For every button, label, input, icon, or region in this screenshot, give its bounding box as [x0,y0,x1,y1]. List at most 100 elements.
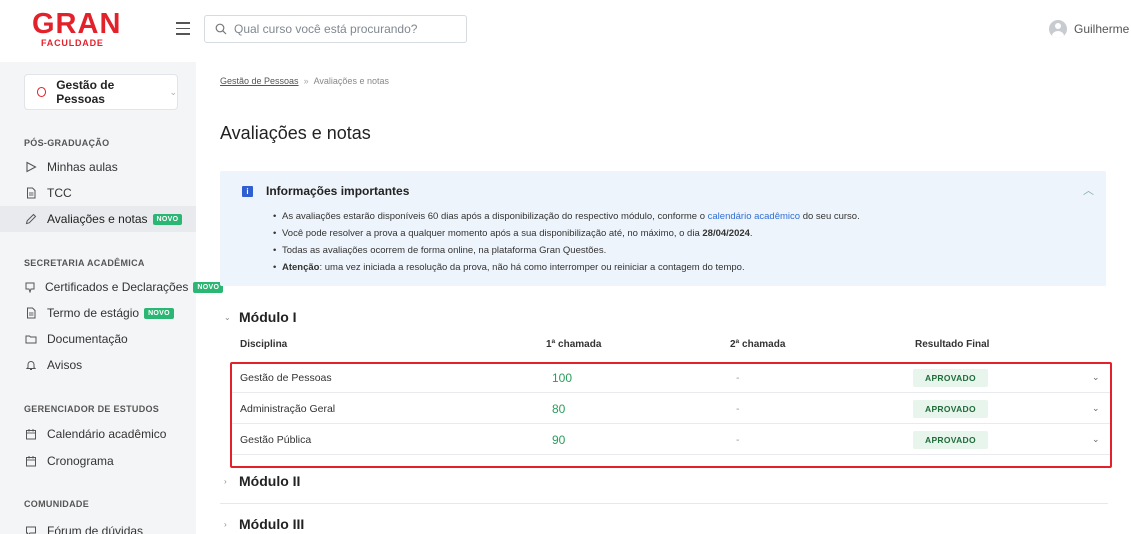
chevron-down-icon[interactable]: ⌄ [1092,393,1100,424]
info-list: As avaliações estarão disponíveis 60 dia… [273,208,860,276]
sidebar-item-termo-estagio[interactable]: Termo de estágio NOVO [0,300,196,326]
sidebar-item-label: Fórum de dúvidas [47,524,144,534]
document-icon [24,306,38,320]
sidebar-item-avaliacoes[interactable]: Avaliações e notas NOVO [0,206,196,232]
folder-icon [24,332,38,346]
search-box[interactable] [204,15,467,43]
sidebar-item-label: Avisos [47,358,83,372]
course-icon [37,87,47,97]
sidebar-item-avisos[interactable]: Avisos [0,352,196,378]
section-comunidade: COMUNIDADE [24,499,89,509]
new-badge: NOVO [193,281,224,293]
sidebar-item-label: Avaliações e notas [47,212,148,226]
module-3-header[interactable]: › Módulo III [224,516,304,532]
breadcrumb: Gestão de Pessoas » Avaliações e notas [220,76,389,86]
info-item: As avaliações estarão disponíveis 60 dia… [273,208,860,225]
chevron-down-icon[interactable]: ⌄ [1092,362,1100,393]
discipline-cell: Administração Geral [240,402,336,415]
breadcrumb-current: Avaliações e notas [313,76,389,86]
info-panel: i Informações importantes ︿ As avaliaçõe… [220,171,1106,286]
sidebar-item-calendario[interactable]: Calendário acadêmico [0,421,196,447]
table-row[interactable]: Gestão Pública 90 - APROVADO ⌄ [232,424,1112,455]
user-menu[interactable]: Guilherme ⌄ [1049,20,1131,38]
page-title: Avaliações e notas [220,123,371,143]
module-2-header[interactable]: › Módulo II [224,473,300,489]
discipline-cell: Gestão de Pessoas [240,371,332,384]
result-badge: APROVADO [913,368,988,387]
column-header-discipline: Disciplina [240,339,288,350]
sidebar-item-cronograma[interactable]: Cronograma [0,448,196,474]
gran-logo[interactable]: GRAN FACULDADE [32,10,124,50]
calendar-icon [24,427,38,441]
sidebar: Gestão de Pessoas ⌄ PÓS-GRADUAÇÃO Minhas… [0,62,224,534]
section-secretaria: SECRETARIA ACADÊMICA [24,258,145,268]
discipline-cell: Gestão Pública [240,433,312,446]
chevron-down-icon[interactable]: ⌄ [1092,424,1100,455]
calendar-icon [24,454,38,468]
new-badge: NOVO [144,307,174,319]
new-badge: NOVO [152,213,183,225]
sidebar-item-label: Documentação [47,332,128,346]
course-selector[interactable]: Gestão de Pessoas ⌄ [24,74,178,110]
sidebar-item-label: Calendário acadêmico [47,427,167,441]
info-item: Atenção: uma vez iniciada a resolução da… [273,259,860,276]
table-row[interactable]: Gestão de Pessoas 100 - APROVADO ⌄ [232,362,1112,393]
pencil-icon [24,212,38,226]
first-call-grade: 80 [552,401,566,416]
sidebar-item-documentacao[interactable]: Documentação [0,326,196,352]
user-name: Guilherme [1074,22,1130,36]
chat-icon [24,524,38,534]
search-input[interactable] [234,22,454,36]
search-icon [215,23,227,35]
sidebar-item-label: Cronograma [47,454,114,468]
first-call-grade: 90 [552,432,566,447]
sidebar-item-forum[interactable]: Fórum de dúvidas [0,518,196,534]
info-icon: i [242,185,253,197]
table-row[interactable]: Administração Geral 80 - APROVADO ⌄ [232,393,1112,424]
chevron-right-icon: › [224,476,227,486]
course-label: Gestão de Pessoas [56,78,115,106]
module-title: Módulo I [239,309,297,325]
column-header-final-result: Resultado Final [915,339,990,350]
info-item: Todas as avaliações ocorrem de forma onl… [273,242,860,259]
certificate-icon [24,280,36,294]
top-bar: GRAN FACULDADE Guilherme ⌄ [0,0,1131,62]
module-divider [220,503,1108,504]
first-call-grade: 100 [552,370,573,385]
breadcrumb-parent-link[interactable]: Gestão de Pessoas [220,76,299,86]
document-icon [24,186,38,200]
calendar-link[interactable]: calendário acadêmico [708,211,800,222]
second-call-grade: - [736,433,740,446]
info-title: Informações importantes [266,184,410,198]
section-pos-graduacao: PÓS-GRADUAÇÃO [24,138,110,148]
play-icon [24,160,38,174]
chevron-down-icon: ⌄ [169,86,177,97]
logo-wordmark: GRAN [32,8,122,40]
result-badge: APROVADO [913,430,988,449]
sidebar-item-label: Termo de estágio [47,306,140,320]
module-title: Módulo II [239,473,301,489]
chevron-up-icon[interactable]: ︿ [1083,182,1094,198]
breadcrumb-separator: » [303,76,309,86]
column-header-second-call: 2ª chamada [730,339,786,350]
sidebar-item-label: Minhas aulas [47,160,118,174]
module-title: Módulo III [239,516,305,532]
avatar [1049,20,1067,38]
section-gerenciador: GERENCIADOR DE ESTUDOS [24,404,160,414]
chevron-down-icon: ⌄ [224,312,231,322]
info-header[interactable]: i Informações importantes [242,184,409,198]
sidebar-item-minhas-aulas[interactable]: Minhas aulas [0,154,196,180]
module-1-header[interactable]: ⌄ Módulo I [224,309,297,325]
sidebar-item-label: Certificados e Declarações [45,280,189,294]
chevron-right-icon: › [224,519,227,529]
second-call-grade: - [736,371,740,384]
result-badge: APROVADO [913,399,988,418]
sidebar-item-label: TCC [47,186,72,200]
info-item: Você pode resolver a prova a qualquer mo… [273,225,860,242]
second-call-grade: - [736,402,740,415]
sidebar-item-tcc[interactable]: TCC [0,180,196,206]
sidebar-item-certificados[interactable]: Certificados e Declarações NOVO [0,274,224,300]
column-header-first-call: 1ª chamada [546,339,602,350]
bell-icon [24,358,38,372]
menu-icon[interactable] [176,22,192,36]
